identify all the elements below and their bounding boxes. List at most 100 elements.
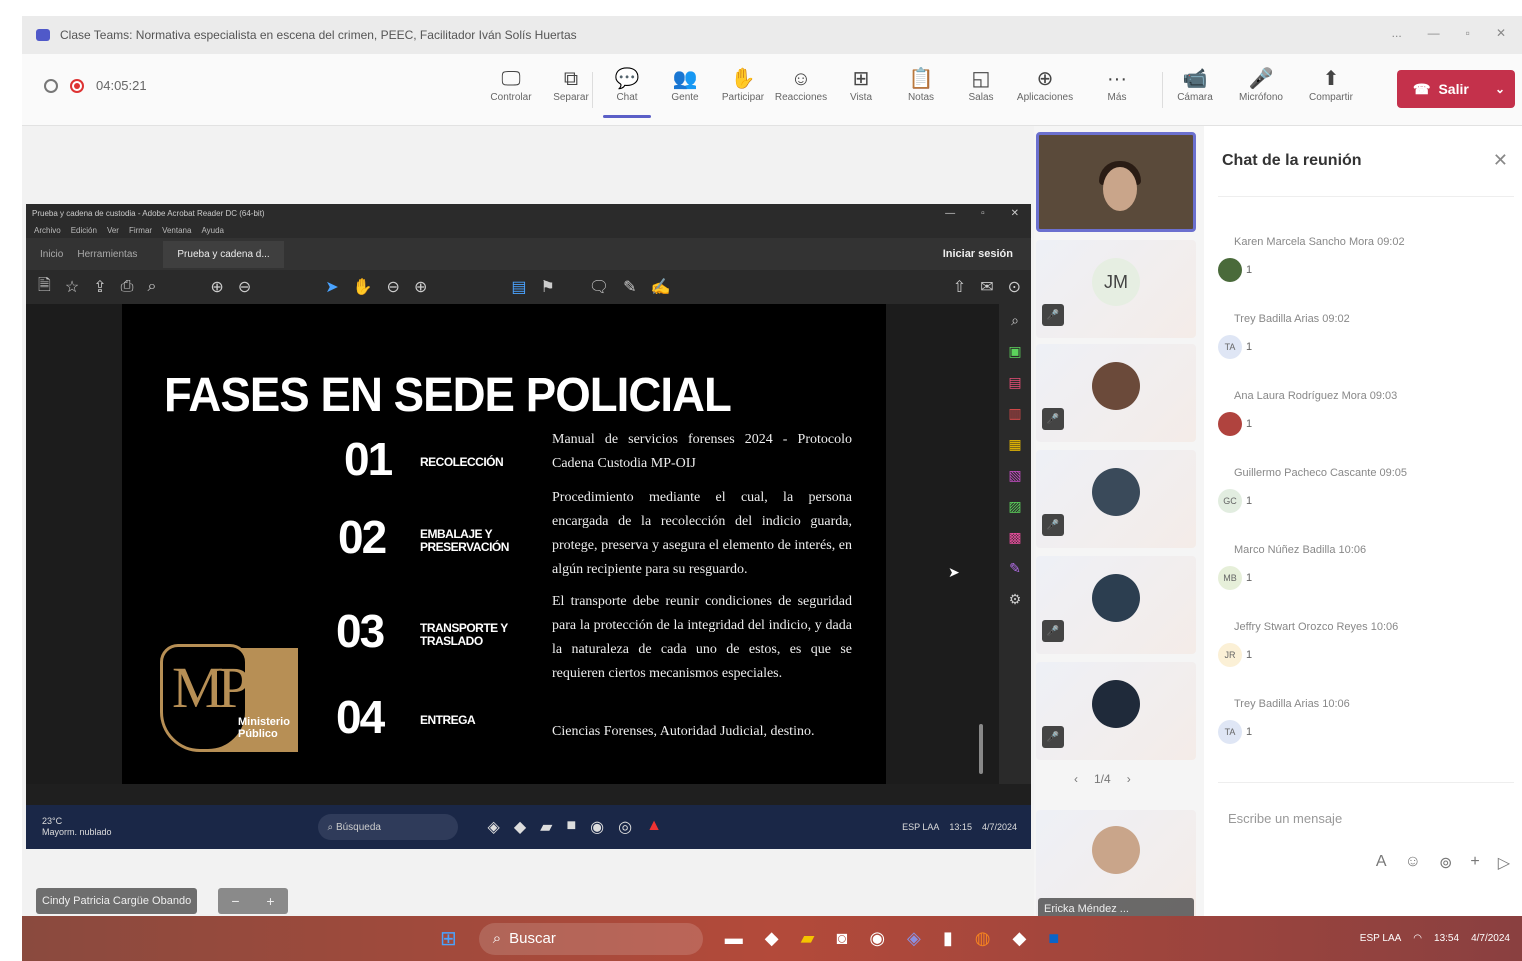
participant-tile[interactable]: JM 🎤 — [1036, 240, 1196, 338]
reaction[interactable]: TA 1 — [1218, 720, 1508, 744]
toolbar-button-compartir[interactable]: ⬆ Compartir — [1302, 66, 1360, 118]
toolbar-button-salas[interactable]: ◱ Salas — [952, 66, 1010, 118]
menu-ver: Ver — [106, 225, 119, 235]
tray-date: 4/7/2024 — [981, 822, 1017, 832]
chrome-icon[interactable]: ◉ — [869, 928, 885, 949]
emoji-icon[interactable]: ☺ — [1405, 853, 1421, 873]
chat-message[interactable]: Jeffry Stwart Orozco Reyes 10:06 JR 1 — [1218, 621, 1508, 667]
close-icon[interactable]: ✕ — [1493, 150, 1508, 171]
logo-letters: MP — [172, 655, 250, 720]
loop-icon[interactable]: ⊚ — [1439, 853, 1452, 873]
toolbar-button-mas[interactable]: ··· Más — [1088, 66, 1146, 118]
tab-herramientas: Herramientas — [77, 248, 138, 260]
app-icon[interactable]: ◙ — [836, 928, 847, 949]
share-icon: ⇧ — [952, 279, 967, 296]
plus-icon[interactable]: + — [1470, 853, 1479, 873]
toolbar-button-controlar[interactable]: 🖵 Controlar — [482, 66, 540, 118]
reaction[interactable]: TA 1 — [1218, 335, 1508, 359]
search-icon: ⌕ — [147, 278, 157, 295]
reaction[interactable]: GC 1 — [1218, 489, 1508, 513]
leave-button[interactable]: ☎ Salir ⌄ — [1397, 70, 1515, 108]
folder-icon: ▰ — [540, 819, 553, 836]
minimize-button[interactable]: — — [1428, 26, 1440, 40]
reaction[interactable]: 1 — [1218, 412, 1508, 436]
toolbar-button-reacciones[interactable]: ☺ Reacciones — [772, 66, 830, 118]
participant-tile[interactable]: Ericka Méndez ... — [1036, 810, 1196, 922]
participant-tile[interactable]: 🎤 — [1036, 556, 1196, 654]
comment-icon: 🗨 — [588, 279, 610, 296]
toolbar-button-camara[interactable]: 📹 Cámara — [1166, 66, 1224, 118]
chat-title: Chat de la reunión — [1222, 152, 1362, 169]
wifi-icon[interactable]: ◠ — [1413, 933, 1422, 944]
menu-archivo: Archivo — [34, 225, 61, 235]
taskbar-search-label: Buscar — [509, 930, 556, 947]
maximize-button[interactable]: ▫ — [1466, 26, 1470, 40]
participant-tile[interactable]: 🎤 — [1036, 344, 1196, 442]
reaction[interactable]: 1 — [1218, 258, 1508, 282]
toolbar-button-aplicaciones[interactable]: ⊕ Aplicaciones — [1016, 66, 1074, 118]
toolbar-button-gente[interactable]: 👥 Gente — [656, 66, 714, 118]
toolbar-button-participar[interactable]: ✋ Participar — [714, 66, 772, 118]
toolbar-button-microfono[interactable]: 🎤 Micrófono — [1232, 66, 1290, 118]
chevron-down-icon[interactable]: ⌄ — [1495, 82, 1505, 96]
toolbar-label: Separar — [553, 92, 589, 103]
outlook-icon[interactable]: ■ — [1048, 928, 1059, 949]
acrobat-toolbar: 🗎 ☆ ⇪ ⎙ ⌕ ⊕ ⊖ ➤ ✋ ⊖ ⊕ ▤ ⚑ 🗨 ✎ ✍ ⇧ ✉ ⊙ — [26, 270, 1031, 304]
prev-page-button[interactable]: ‹ — [1074, 772, 1078, 786]
highlight-icon: ⚑ — [540, 279, 555, 296]
avatar — [1092, 826, 1140, 874]
notas-icon: 📋 — [908, 68, 934, 90]
taskbar-search[interactable]: ⌕ Buscar — [478, 922, 703, 955]
zoom-icon: ⌕ — [1011, 312, 1019, 328]
weather-temp: 23°C — [42, 816, 63, 826]
folder-icon[interactable]: ▰ — [801, 928, 815, 949]
reaction[interactable]: JR 1 — [1218, 643, 1508, 667]
toolbar-button-chat[interactable]: 💬 Chat — [598, 66, 656, 118]
reaction-count: 1 — [1246, 264, 1253, 276]
shared-search-label: Búsqueda — [335, 821, 381, 833]
close-window-button[interactable]: ✕ — [1496, 26, 1506, 40]
menu-ayuda: Ayuda — [201, 225, 224, 235]
app-icon[interactable]: ◆ — [765, 928, 779, 949]
start-icon[interactable]: ⊞ — [440, 926, 457, 951]
firefox-icon[interactable]: ◍ — [975, 928, 991, 949]
message-input[interactable]: Escribe un mensaje — [1228, 811, 1342, 826]
send-icon[interactable]: ▷ — [1498, 853, 1510, 873]
toolbar-button-notas[interactable]: 📋 Notas — [892, 66, 950, 118]
zoom-in-button[interactable]: + — [266, 893, 274, 909]
participant-tile[interactable]: 🎤 — [1036, 450, 1196, 548]
app-icon[interactable]: ▬ — [725, 928, 743, 949]
chat-message[interactable]: Guillermo Pacheco Cascante 09:05 GC 1 — [1218, 467, 1508, 513]
window-title: Clase Teams: Normativa especialista en e… — [60, 28, 577, 42]
tab-document: Prueba y cadena d... — [163, 240, 284, 268]
next-page-button[interactable]: › — [1127, 772, 1131, 786]
tray-time: 13:54 — [1434, 933, 1460, 944]
toolbar-label: Gente — [671, 92, 699, 103]
video-tile[interactable] — [1036, 132, 1196, 232]
meeting-toolbar: 04:05:21 🖵 Controlar ⧉ Separar 💬 Chat 👥 Gente ✋ P… — [22, 54, 1522, 126]
chat-message[interactable]: Trey Badilla Arias 09:02 TA 1 — [1218, 313, 1508, 359]
zoom-out-button[interactable]: − — [231, 893, 239, 909]
phase-number: 04 — [336, 691, 385, 743]
teams-icon[interactable]: ◈ — [907, 928, 921, 949]
chat-message[interactable]: Trey Badilla Arias 10:06 TA 1 — [1218, 698, 1508, 744]
chat-message[interactable]: Marco Núñez Badilla 10:06 MB 1 — [1218, 544, 1508, 590]
file-icon[interactable]: ▮ — [943, 928, 953, 949]
toolbar-button-vista[interactable]: ⊞ Vista — [832, 66, 890, 118]
acrobat-icon: ▲ — [646, 817, 662, 834]
toolbar-label: Cámara — [1177, 92, 1213, 103]
message-meta: Marco Núñez Badilla 10:06 — [1234, 544, 1367, 556]
more-icon[interactable]: ... — [1392, 26, 1402, 40]
paragraph: El transporte debe reunir condiciones de… — [552, 594, 852, 681]
format-icon[interactable]: A — [1376, 853, 1387, 873]
compose-box[interactable]: Escribe un mensaje A ☺ ⊚ + ▷ — [1218, 782, 1514, 882]
app-icon[interactable]: ◆ — [1013, 928, 1027, 949]
reaction[interactable]: MB 1 — [1218, 566, 1508, 590]
pen-icon: ✎ — [623, 279, 637, 296]
chat-message[interactable]: Ana Laura Rodríguez Mora 09:03 1 — [1218, 390, 1508, 436]
controlar-icon: 🖵 — [501, 68, 521, 90]
paragraph: Procedimiento mediante el cual, la perso… — [552, 490, 852, 577]
chat-message[interactable]: Karen Marcela Sancho Mora 09:02 1 — [1218, 236, 1508, 282]
participant-tile[interactable]: 🎤 — [1036, 662, 1196, 760]
fill-sign-icon: ✎ — [1009, 560, 1021, 576]
